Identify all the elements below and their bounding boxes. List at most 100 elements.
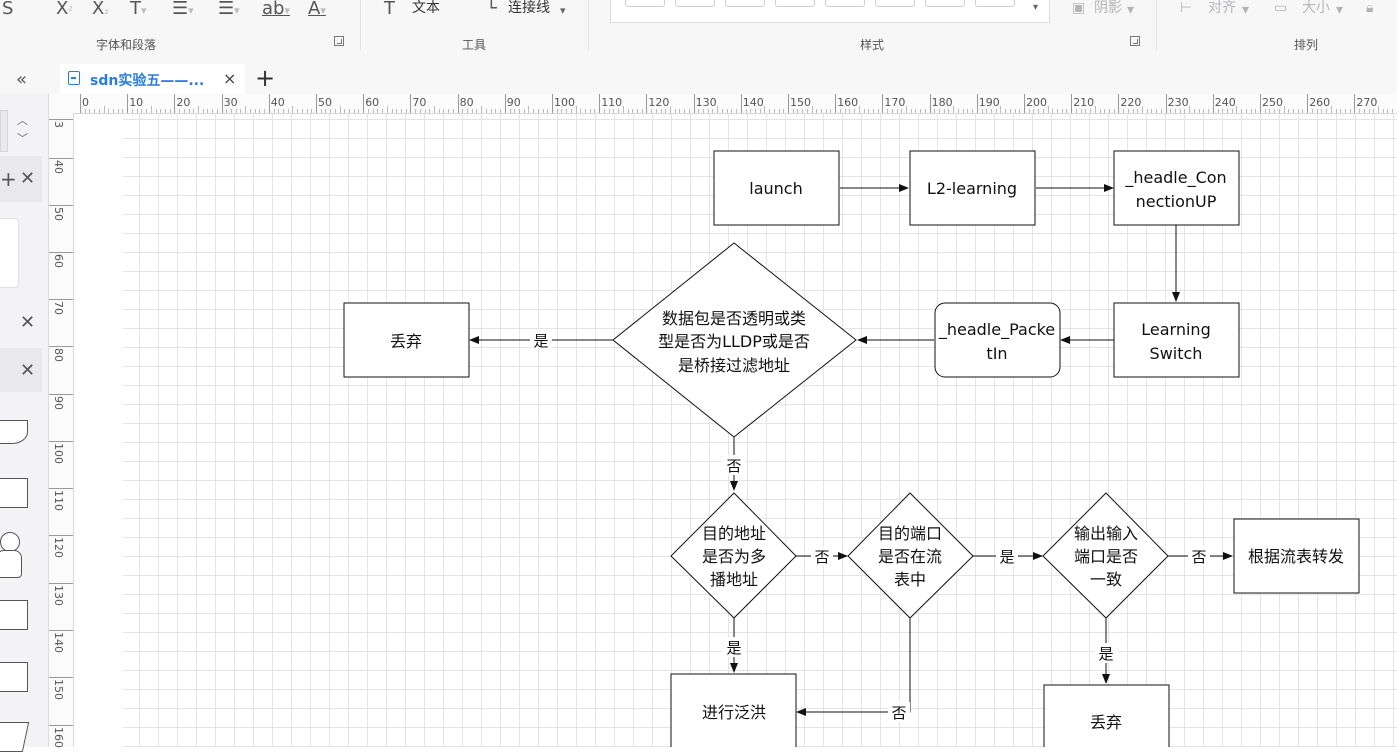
parallelogram-shape-icon[interactable] [0, 722, 29, 752]
document-tab-title: sdn实验五——... [90, 70, 204, 90]
container-shape-icon[interactable] [0, 600, 28, 630]
style-swatch[interactable] [625, 0, 665, 7]
style-swatch[interactable] [925, 0, 965, 7]
align-icon[interactable]: ⊢ [1180, 0, 1192, 16]
shadow-icon[interactable]: ▣ [1072, 0, 1085, 16]
style-swatch[interactable] [825, 0, 865, 7]
ruler-minor-tick [1029, 109, 1030, 113]
list-icon[interactable]: ☰▾ [218, 0, 240, 22]
strikethrough-icon[interactable]: S [2, 0, 13, 22]
ruler-minor-tick [1170, 109, 1171, 113]
ruler-label: 30 [224, 96, 238, 109]
node-packet-in[interactable] [935, 303, 1060, 377]
font-paragraph-expander-icon[interactable] [334, 36, 344, 46]
ruler-minor-tick [774, 109, 775, 113]
ruler-label: 120 [648, 96, 669, 109]
ruler-label: 0 [82, 96, 89, 109]
edge-label-no: 否 [814, 548, 829, 566]
ruler-tick [646, 94, 647, 113]
ruler-minor-tick [519, 109, 520, 113]
node-inout-label-3: 一致 [1090, 570, 1122, 589]
ruler-minor-tick [807, 109, 808, 113]
collapse-panel-icon[interactable]: « [16, 73, 27, 87]
ruler-label: 20 [176, 96, 190, 109]
ruler-label: 70 [412, 96, 426, 109]
chevron-down-icon[interactable]: ▾ [560, 2, 566, 24]
document-tab[interactable]: sdn实验五——... × [60, 64, 245, 94]
style-expander-icon[interactable] [1130, 36, 1140, 46]
ruler-minor-tick [476, 109, 477, 113]
add-library-icon[interactable]: + [0, 167, 17, 191]
ruler-minor-tick [325, 109, 326, 113]
ruler-minor-tick [1383, 109, 1384, 113]
superscript-icon[interactable]: X² [56, 0, 73, 22]
ruler-tick [599, 94, 600, 113]
ruler-minor-tick [1269, 109, 1270, 113]
chevron-up-icon[interactable]: ︿ [17, 112, 28, 128]
node-learning-switch[interactable] [1114, 303, 1239, 377]
align-button[interactable]: 对齐 [1208, 0, 1236, 16]
ruler-minor-tick [1236, 106, 1237, 113]
ruler-minor-tick [137, 109, 138, 113]
library-search-box[interactable] [0, 110, 8, 152]
ruler-minor-tick [1387, 109, 1388, 113]
style-swatch[interactable] [875, 0, 915, 7]
chevron-down-icon[interactable]: ﹀ [17, 130, 28, 146]
connector-tool-button[interactable]: 连接线 [508, 0, 550, 16]
rectangle-shape-icon[interactable] [0, 662, 28, 692]
add-tab-button[interactable]: + [255, 64, 275, 92]
ruler-label: 50 [52, 207, 65, 221]
ruler-minor-tick [1038, 109, 1039, 113]
text-height-icon[interactable]: T▾ [130, 0, 147, 22]
diagram-canvas[interactable]: launch L2-learning _headle_Con nectionUP… [74, 114, 1397, 747]
chevron-down-icon[interactable]: ▾ [1242, 2, 1249, 18]
ruler-minor-tick [1128, 109, 1129, 113]
ruler-label: 160 [52, 727, 65, 748]
close-tab-icon[interactable]: × [223, 69, 236, 88]
ruler-minor-tick [1392, 109, 1393, 113]
text-tool-button[interactable]: 文本 [412, 0, 440, 16]
ruler-minor-tick [382, 109, 383, 113]
ribbon-separator [1156, 0, 1157, 50]
shadow-button[interactable]: 阴影 [1094, 0, 1122, 16]
text-tool-icon[interactable]: T [384, 0, 395, 22]
ruler-tick [49, 725, 73, 726]
style-swatch[interactable] [775, 0, 815, 7]
ruler-minor-tick [566, 109, 567, 113]
actor-body-shape-icon[interactable] [0, 550, 22, 578]
ruler-minor-tick [104, 106, 105, 113]
gallery-scroll-icon[interactable]: ▾ [1033, 2, 1038, 13]
ruler-minor-tick [1194, 109, 1195, 113]
close-section-icon[interactable]: ✕ [20, 312, 35, 333]
process-shape-icon[interactable] [0, 478, 28, 508]
lock-icon[interactable]: 🔒︎ [1366, 0, 1373, 16]
line-spacing-icon[interactable]: ☰▾ [172, 0, 194, 22]
ruler-minor-tick [321, 109, 322, 113]
subscript-icon[interactable]: X₂ [92, 0, 109, 22]
connector-icon[interactable]: └ [486, 0, 497, 22]
ruler-minor-tick [991, 109, 992, 113]
size-button[interactable]: 大小 [1302, 0, 1330, 16]
ruler-minor-tick [1114, 109, 1115, 113]
chevron-down-icon[interactable]: ▾ [1336, 2, 1343, 18]
ruler-label: 3 [52, 121, 65, 128]
ruler-minor-tick [1274, 109, 1275, 113]
node-check-label-1: 数据包是否透明或类 [662, 309, 806, 328]
node-connection-up[interactable] [1114, 151, 1239, 225]
ruler-minor-tick [330, 109, 331, 113]
font-color-icon[interactable]: A▾ [308, 0, 326, 22]
node-packet-label-2: tIn [986, 344, 1007, 363]
close-section-icon[interactable]: ✕ [20, 360, 35, 381]
size-icon[interactable]: ▭ [1274, 0, 1287, 16]
ruler-minor-tick [1076, 109, 1077, 113]
document-shape-icon[interactable] [0, 420, 28, 444]
ruler-tick [49, 630, 73, 631]
style-swatch[interactable] [975, 0, 1015, 7]
close-library-icon[interactable]: ✕ [20, 168, 35, 189]
actor-shape-icon[interactable] [0, 532, 20, 552]
style-swatch[interactable] [725, 0, 765, 7]
ruler-tick [741, 94, 742, 113]
style-swatch[interactable] [675, 0, 715, 7]
text-highlight-icon[interactable]: ab▾ [262, 0, 290, 22]
chevron-down-icon[interactable]: ▾ [1127, 2, 1134, 18]
